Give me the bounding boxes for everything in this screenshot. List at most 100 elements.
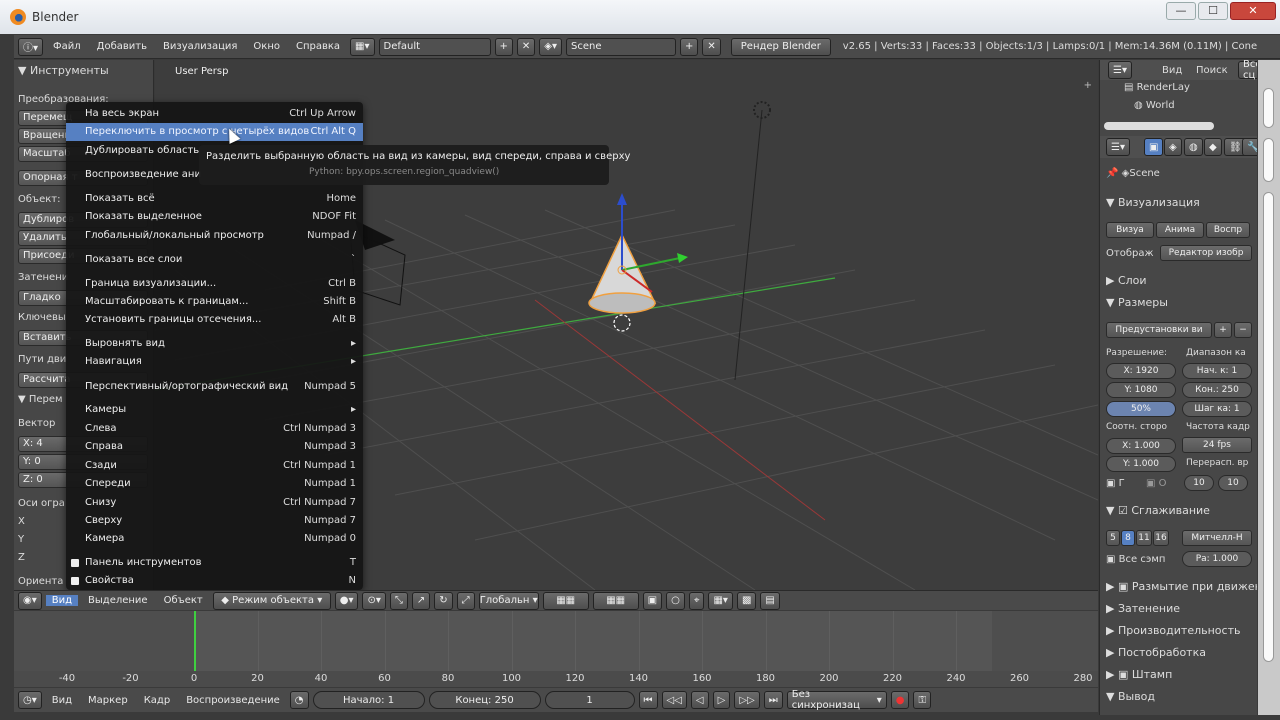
frame-start-field[interactable]: Нач. к: 1 (1182, 363, 1252, 379)
outliner-item-renderlayer[interactable]: ▤ RenderLay (1124, 82, 1190, 93)
layers-2-icon[interactable]: ▦▦ (592, 591, 639, 610)
aa-size-field[interactable]: Ра: 1.000 (1182, 551, 1252, 567)
remap-new-field[interactable]: 10 (1218, 475, 1248, 491)
menu-help[interactable]: Справка (290, 41, 346, 52)
manipulator-toggle[interactable]: ⤡ (389, 591, 408, 610)
menu-window[interactable]: Окно (247, 41, 286, 52)
render-tab-icon[interactable]: ▣ (1144, 138, 1164, 156)
tl-menu-view[interactable]: Вид (46, 695, 78, 706)
outliner-menu-search[interactable]: Поиск (1196, 65, 1228, 76)
menu-item[interactable]: Показать выделенное NDOF Fit (66, 208, 363, 226)
menu-item[interactable]: Слева Ctrl Numpad 3 (66, 420, 363, 438)
menu-item[interactable]: Масштабировать к границам... Shift B (66, 293, 363, 311)
full-sample-checkbox[interactable]: ▣ Все сэмп (1106, 554, 1165, 565)
display-select[interactable]: Редактор изобр (1160, 245, 1252, 261)
playback-button[interactable]: Воспр (1206, 222, 1250, 238)
snap-toggle-icon[interactable]: ⌖ (688, 591, 705, 610)
tool-shelf-header[interactable]: ▼ Инструменты (18, 64, 109, 77)
scale-manipulator[interactable]: ⤢ (456, 591, 475, 610)
aa-samples-5[interactable]: 5 (1106, 530, 1120, 546)
scene-tab-icon[interactable]: ◈ (1164, 138, 1182, 156)
render-preview-icon[interactable]: ▩ (736, 591, 757, 610)
shading-select[interactable]: ●▾ (334, 591, 359, 610)
menu-object[interactable]: Объект (158, 595, 209, 606)
add-layout-button[interactable]: + (494, 37, 513, 56)
pivot-select[interactable]: ⊙▾ (362, 591, 386, 610)
keying-set-icon[interactable]: ⚿ (913, 691, 932, 709)
object-tab-icon[interactable]: ◆ (1204, 138, 1222, 156)
start-frame-field[interactable]: Начало: 1 (312, 691, 425, 709)
scene-icon[interactable]: ◈▾ (539, 37, 563, 56)
menu-select[interactable]: Выделение (82, 595, 154, 606)
menu-item[interactable]: Переключить в просмотр с четырёх видов Ct… (66, 123, 363, 141)
performance-section-header[interactable]: ▶ Производительность (1106, 624, 1240, 637)
presets-select[interactable]: Предустановки ви (1106, 322, 1212, 338)
menu-item[interactable]: Показать все слои ` (66, 251, 363, 269)
menu-item[interactable]: Перспективный/ортографический вид Numpad … (66, 378, 363, 396)
menu-item[interactable]: Свойства N (66, 572, 363, 590)
aspect-y-field[interactable]: Y: 1.000 (1106, 456, 1176, 472)
antialiasing-section-header[interactable]: ▼ ☑ Сглаживание (1106, 504, 1210, 517)
menu-item[interactable]: Сзади Ctrl Numpad 1 (66, 457, 363, 475)
aa-samples-11[interactable]: 11 (1136, 530, 1152, 546)
menu-item[interactable]: Граница визуализации... Ctrl B (66, 275, 363, 293)
play-icon[interactable]: ▷ (712, 691, 731, 709)
aa-samples-16[interactable]: 16 (1153, 530, 1169, 546)
menu-item[interactable]: Спереди Numpad 1 (66, 475, 363, 493)
outliner-type-button[interactable]: ☰▾ (1108, 61, 1132, 79)
layers-1-icon[interactable]: ▦▦ (542, 591, 589, 610)
crop-checkbox[interactable]: ▣ О (1146, 478, 1167, 489)
scene-field[interactable]: Scene (566, 37, 677, 56)
resolution-y-field[interactable]: Y: 1080 (1106, 382, 1176, 398)
menu-add[interactable]: Добавить (91, 41, 153, 52)
current-frame-field[interactable]: 1 (544, 691, 635, 709)
menu-item[interactable]: Показать всё Home (66, 190, 363, 208)
resolution-percent-field[interactable]: 50% (1106, 401, 1176, 417)
proportional-edit-icon[interactable]: ○ (666, 591, 685, 610)
frame-end-field[interactable]: Кон.: 250 (1182, 382, 1252, 398)
render-section-header[interactable]: ▼ Визуализация (1106, 196, 1200, 209)
mode-select[interactable]: ◆ Режим объекта ▾ (212, 591, 331, 610)
menu-item[interactable]: Выровнять вид ▸ (66, 335, 363, 353)
dimensions-section-header[interactable]: ▼ Размеры (1106, 296, 1168, 309)
transform-orientation-select[interactable]: Глобальн ▾ (478, 591, 539, 610)
menu-item[interactable]: Сверху Numpad 7 (66, 512, 363, 530)
jump-end-icon[interactable]: ⏭ (763, 691, 783, 709)
menu-item[interactable]: Панель инструментов T (66, 554, 363, 572)
aspect-x-field[interactable]: X: 1.000 (1106, 438, 1176, 454)
remove-layout-button[interactable]: ✕ (516, 37, 536, 56)
maximize-button[interactable]: ☐ (1198, 2, 1228, 20)
outer-scrollbar[interactable] (1258, 60, 1280, 715)
menu-item[interactable]: Навигация ▸ (66, 353, 363, 371)
editor-type-button[interactable]: ⓘ▾ (18, 37, 44, 56)
shading-section-header[interactable]: ▶ Затенение (1106, 602, 1180, 615)
menu-item[interactable]: Камеры ▸ (66, 401, 363, 419)
aa-samples-8[interactable]: 8 (1121, 530, 1135, 546)
sync-select[interactable]: Без синхронизац ▾ (786, 689, 887, 711)
current-frame-marker[interactable] (194, 611, 196, 671)
outliner-item-world[interactable]: ◍ World (1134, 100, 1175, 111)
aa-filter-select[interactable]: Митчелл-Н (1182, 530, 1252, 546)
render-engine-select[interactable]: Рендер Blender (730, 37, 831, 56)
end-frame-field[interactable]: Конец: 250 (428, 691, 541, 709)
tl-menu-frame[interactable]: Кадр (138, 695, 177, 706)
close-button[interactable]: ✕ (1230, 2, 1276, 20)
fps-select[interactable]: 24 fps (1182, 437, 1252, 453)
render-anim-icon[interactable]: ▤ (760, 591, 780, 610)
snap-element-icon[interactable]: ▦▾ (708, 591, 733, 610)
editor-type-button-timeline[interactable]: ◷▾ (18, 691, 42, 709)
rotate-manipulator[interactable]: ↻ (434, 591, 453, 610)
render-image-button[interactable]: Визуа (1106, 222, 1154, 238)
remove-preset-button[interactable]: − (1234, 322, 1252, 338)
viewport-expand-icon[interactable]: + (1084, 80, 1092, 91)
jump-start-icon[interactable]: ⏮ (638, 691, 658, 709)
jump-next-key-icon[interactable]: ▷▷ (734, 691, 760, 709)
remap-old-field[interactable]: 10 (1184, 475, 1214, 491)
editor-type-button-3d[interactable]: ◉▾ (18, 591, 42, 610)
play-reverse-icon[interactable]: ◁ (690, 691, 709, 709)
menu-item[interactable]: На весь экран Ctrl Up Arrow (66, 105, 363, 123)
timeline-editor[interactable]: -40 -20 0 20 40 60 80 100 120 140 160 180 200 220 240 2… (14, 611, 1098, 687)
pin-icon[interactable]: 📌 (1106, 168, 1122, 179)
menu-item[interactable]: Снизу Ctrl Numpad 7 (66, 494, 363, 512)
minimize-button[interactable]: — (1166, 2, 1196, 20)
